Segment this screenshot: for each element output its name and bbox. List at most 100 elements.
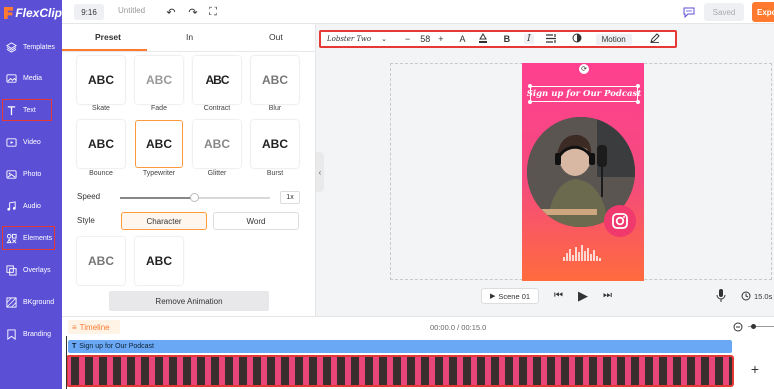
sidebar-item-templates[interactable]: Templates xyxy=(0,31,62,63)
effect-label: Contract xyxy=(203,105,231,112)
resize-handle[interactable] xyxy=(528,100,532,104)
video-icon xyxy=(6,137,17,147)
next-scene-icon[interactable]: ⏭ xyxy=(603,290,612,301)
clock-icon xyxy=(741,291,751,303)
opacity-icon[interactable] xyxy=(572,33,582,45)
video-track[interactable] xyxy=(66,355,734,387)
sidebar-item-photo[interactable]: Photo xyxy=(0,158,62,190)
zoom-slider-handle[interactable] xyxy=(751,324,756,329)
effect-card-contract[interactable]: ABC xyxy=(193,56,241,104)
effect-card-fade[interactable]: ABC xyxy=(135,56,183,104)
effect-card[interactable]: ABC xyxy=(135,237,183,285)
canvas-headline-text[interactable]: Sign up for Our Podcast xyxy=(527,86,641,102)
text-nav-highlight xyxy=(2,99,52,121)
logo-mark-icon xyxy=(4,7,14,19)
previous-scene-icon[interactable]: ⏮ xyxy=(554,290,563,301)
background-icon xyxy=(6,296,17,308)
effect-card-skate[interactable]: ABC xyxy=(77,56,125,104)
effect-card[interactable]: ABC xyxy=(77,237,125,285)
style-word-button[interactable]: Word xyxy=(213,212,299,230)
effect-label: Glitter xyxy=(207,170,227,177)
chat-icon[interactable] xyxy=(682,5,696,19)
effect-label: Typewriter xyxy=(142,170,176,177)
undo-icon[interactable]: ↶ xyxy=(164,5,178,19)
bold-icon[interactable]: B xyxy=(504,34,511,44)
sidebar-item-text[interactable]: Text xyxy=(0,94,62,126)
sidebar-item-bkground[interactable]: BKground xyxy=(0,286,62,318)
align-icon[interactable] xyxy=(545,33,556,45)
project-title[interactable]: Untitled xyxy=(118,6,145,15)
timeline-icon: ≡ xyxy=(72,322,77,332)
timeline-time: 00:00.0 / 00:15.0 xyxy=(430,323,487,332)
tab-out[interactable]: Out xyxy=(269,32,283,42)
media-icon xyxy=(6,73,17,83)
sidebar-item-video[interactable]: Video xyxy=(0,126,62,158)
font-size-increase-button[interactable]: + xyxy=(438,34,443,44)
remove-animation-button[interactable]: Remove Animation xyxy=(109,291,269,311)
style-character-button[interactable]: Character xyxy=(121,212,207,230)
tab-in[interactable]: In xyxy=(186,32,193,42)
add-scene-button[interactable]: + xyxy=(748,361,762,377)
text-toolbar: Lobster Two ⌄ − 58 + A B I Motion xyxy=(319,30,677,48)
tab-divider xyxy=(62,51,316,52)
effect-card-typewriter[interactable]: ABC xyxy=(135,120,183,168)
play-scene-button[interactable]: ▶ Scene 01 xyxy=(481,288,539,304)
redo-icon[interactable]: ↷ xyxy=(186,5,200,19)
effect-card-glitter[interactable]: ABC xyxy=(193,120,241,168)
chevron-down-icon: ⌄ xyxy=(381,35,387,43)
top-bar: 9:16 Untitled ↶ ↷ ⛶ Saved Expo xyxy=(62,0,774,24)
sidebar-item-audio[interactable]: Audio xyxy=(0,190,62,222)
saved-status: Saved xyxy=(704,3,744,21)
sidebar: FlexClip Templates Media Text Video Phot… xyxy=(0,0,62,389)
speed-slider-handle[interactable] xyxy=(190,193,199,202)
rotate-icon[interactable]: ⟳ xyxy=(579,64,589,74)
sidebar-item-branding[interactable]: Branding xyxy=(0,318,62,350)
play-icon[interactable]: ▶ xyxy=(578,288,588,304)
branding-icon xyxy=(7,328,16,340)
sidebar-item-elements[interactable]: Elements xyxy=(0,222,62,254)
timeline-toggle-button[interactable]: ≡ Timeline xyxy=(68,320,120,334)
resize-handle[interactable] xyxy=(636,100,640,104)
instagram-icon[interactable] xyxy=(604,205,636,237)
effect-card-blur[interactable]: ABC xyxy=(251,56,299,104)
font-size-decrease-button[interactable]: − xyxy=(405,34,410,44)
italic-icon[interactable]: I xyxy=(524,34,534,44)
sidebar-item-media[interactable]: Media xyxy=(0,62,62,94)
zoom-out-icon[interactable] xyxy=(733,322,743,334)
effect-card-bounce[interactable]: ABC xyxy=(77,120,125,168)
aspect-ratio-button[interactable]: 9:16 xyxy=(74,4,104,20)
resize-handle[interactable] xyxy=(528,84,532,88)
edit-pen-icon[interactable] xyxy=(649,33,660,45)
export-button[interactable]: Expo xyxy=(752,2,774,22)
playhead[interactable] xyxy=(66,336,67,389)
font-select[interactable]: Lobster Two ⌄ xyxy=(327,35,391,43)
effect-card-burst[interactable]: ABC xyxy=(251,120,299,168)
text-track[interactable]: T Sign up for Our Podcast xyxy=(68,340,732,353)
highlight-color-icon[interactable] xyxy=(478,33,488,45)
soundwave-icon xyxy=(563,245,601,261)
speed-label: Speed xyxy=(77,192,101,201)
duration-display[interactable]: 15.0s xyxy=(754,292,772,301)
text-track-icon: T xyxy=(72,343,77,350)
font-size-value[interactable]: 58 xyxy=(420,34,430,44)
effect-label: Fade xyxy=(151,105,167,112)
tab-preset[interactable]: Preset xyxy=(95,32,121,42)
motion-button[interactable]: Motion xyxy=(595,33,632,45)
microphone-icon[interactable] xyxy=(716,289,726,304)
play-icon: ▶ xyxy=(489,293,496,300)
speed-value[interactable]: 1x xyxy=(280,191,300,204)
fullscreen-icon[interactable]: ⛶ xyxy=(206,5,220,19)
sidebar-item-overlays[interactable]: Overlays xyxy=(0,254,62,286)
app-logo[interactable]: FlexClip xyxy=(4,4,62,22)
audio-icon xyxy=(7,200,16,211)
effect-label: Bounce xyxy=(89,170,113,177)
text-color-icon[interactable]: A xyxy=(460,34,466,44)
resize-handle[interactable] xyxy=(636,84,640,88)
speed-slider-fill xyxy=(120,197,195,199)
animation-panel: Preset In Out ABC Skate ABC Fade ABC Con… xyxy=(62,24,316,316)
layers-icon xyxy=(6,41,17,53)
effect-label: Burst xyxy=(266,170,284,177)
effect-label: Skate xyxy=(92,105,110,112)
collapse-panel-handle[interactable]: ‹ xyxy=(316,152,324,192)
elements-nav-highlight xyxy=(2,226,55,250)
